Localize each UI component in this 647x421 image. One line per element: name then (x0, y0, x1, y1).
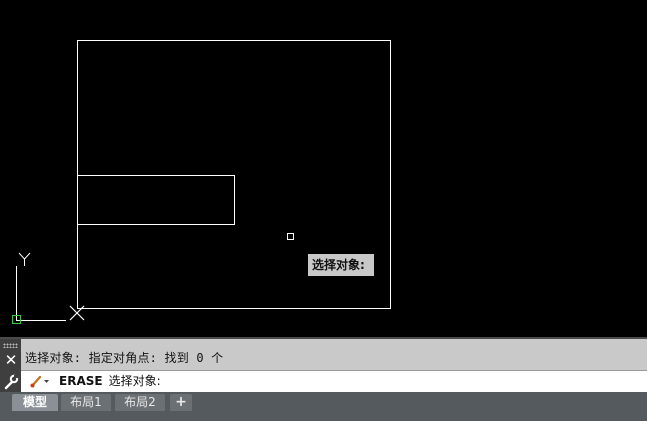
command-history-line: 选择对象: 指定对角点: 找到 0 个 (25, 351, 224, 365)
ucs-y-label (18, 252, 31, 266)
tab-model[interactable]: 模型 (12, 394, 58, 411)
close-icon[interactable]: ✕ (3, 352, 19, 368)
ucs-icon (12, 252, 66, 324)
selection-tooltip: 选择对象: (308, 254, 374, 276)
command-input[interactable]: ERASE 选择对象: (21, 370, 647, 392)
tab-layout2[interactable]: 布局2 (115, 394, 165, 411)
wrench-icon[interactable] (3, 374, 19, 390)
command-prompt-text: 选择对象: (108, 374, 161, 388)
autocad-window: 选择对象: ✕ 选择对象: 指定对角点: 找到 0 个 ERASE 选择对象: … (0, 0, 647, 421)
pickbox-icon (287, 233, 294, 240)
tab-layout1[interactable]: 布局1 (61, 394, 111, 411)
command-line-toolstrip: ✕ (0, 339, 21, 392)
layout-tab-bar: 模型 布局1 布局2 + (0, 392, 647, 421)
inner-rectangle[interactable] (77, 175, 235, 225)
command-brush-icon[interactable] (29, 373, 51, 389)
drawing-canvas[interactable]: 选择对象: (0, 0, 647, 337)
command-prompt: ERASE 选择对象: (59, 373, 161, 389)
command-name: ERASE (59, 374, 103, 388)
add-layout-button[interactable]: + (170, 394, 192, 411)
drag-grip-icon[interactable] (3, 343, 18, 348)
drawing-svg (12, 40, 391, 324)
command-line-panel: ✕ 选择对象: 指定对角点: 找到 0 个 ERASE 选择对象: (0, 337, 647, 392)
